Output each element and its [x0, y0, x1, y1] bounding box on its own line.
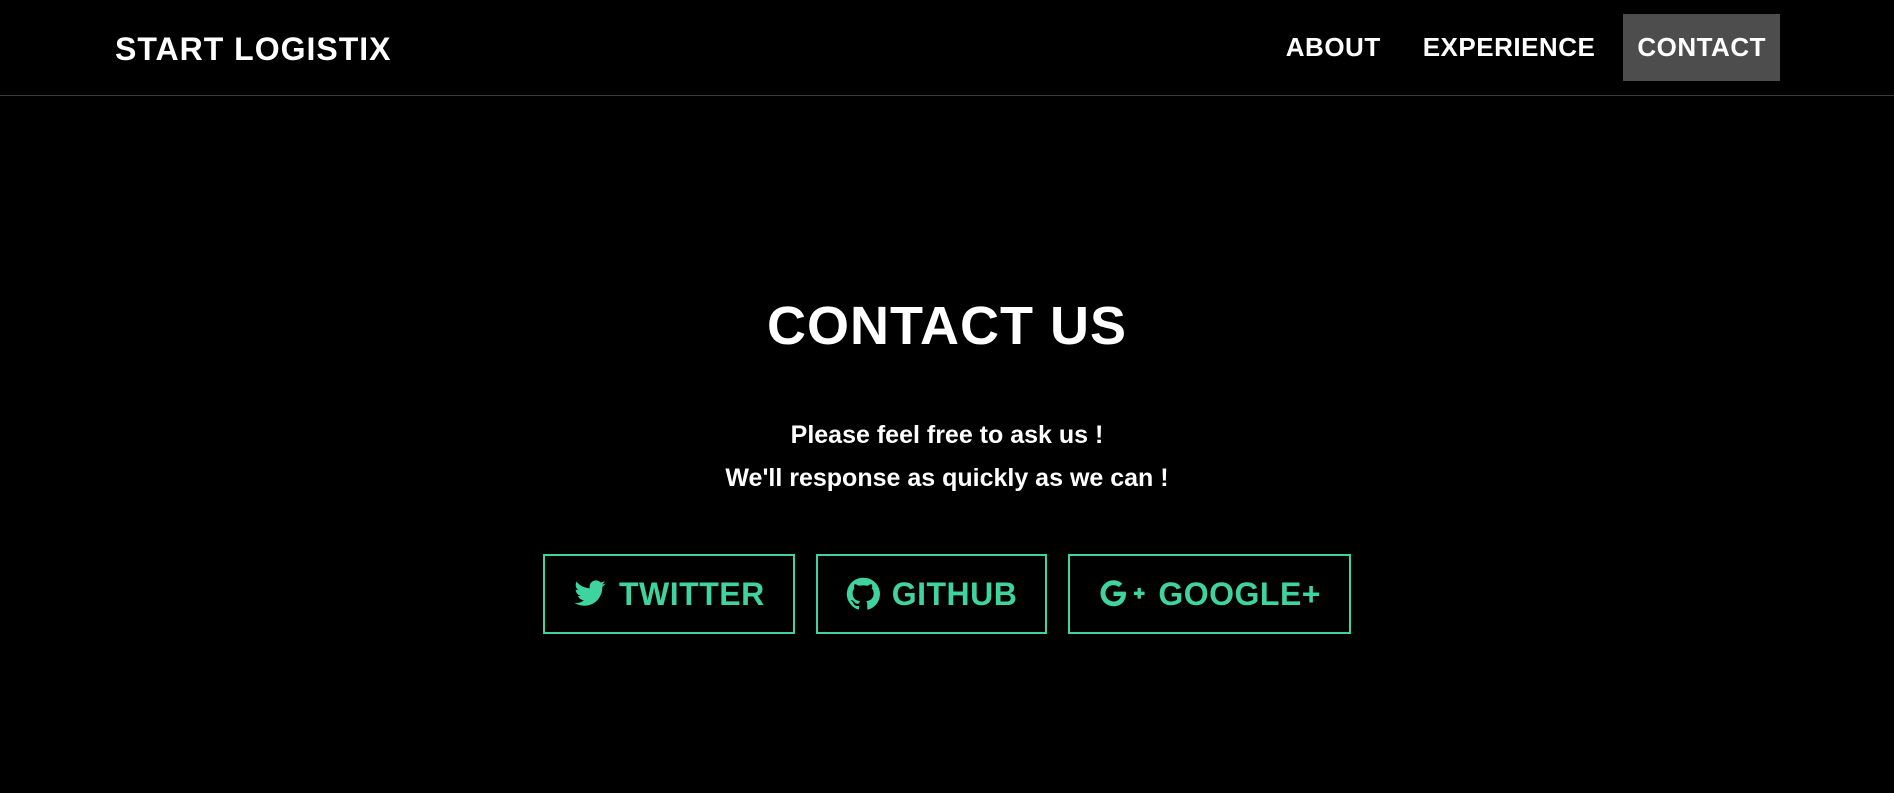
google-plus-button[interactable]: GOOGLE+	[1068, 554, 1351, 634]
twitter-label: TWITTER	[619, 575, 765, 612]
nav-item-experience[interactable]: EXPERIENCE	[1409, 14, 1610, 81]
google-plus-icon	[1100, 580, 1145, 607]
contact-line-1: Please feel free to ask us !	[790, 421, 1104, 449]
nav-links: ABOUT EXPERIENCE CONTACT	[1272, 14, 1780, 81]
google-plus-label: GOOGLE+	[1158, 575, 1321, 612]
nav-item-contact[interactable]: CONTACT	[1623, 14, 1780, 81]
brand-logo-link[interactable]: START LOGISTIX	[115, 29, 392, 69]
github-label: GITHUB	[891, 575, 1018, 612]
social-buttons: TWITTER GITHUB GOOGLE+	[0, 554, 1894, 634]
contact-description: Please feel free to ask us ! We'll respo…	[0, 414, 1894, 500]
github-icon	[846, 577, 880, 610]
twitter-button[interactable]: TWITTER	[543, 554, 795, 634]
nav-item-about[interactable]: ABOUT	[1272, 14, 1395, 81]
github-button[interactable]: GITHUB	[815, 554, 1048, 634]
section-title: CONTACT US	[767, 296, 1127, 356]
navbar: START LOGISTIX ABOUT EXPERIENCE CONTACT	[0, 0, 1894, 96]
twitter-icon	[574, 580, 606, 606]
contact-line-2: We'll response as quickly as we can !	[725, 464, 1169, 492]
